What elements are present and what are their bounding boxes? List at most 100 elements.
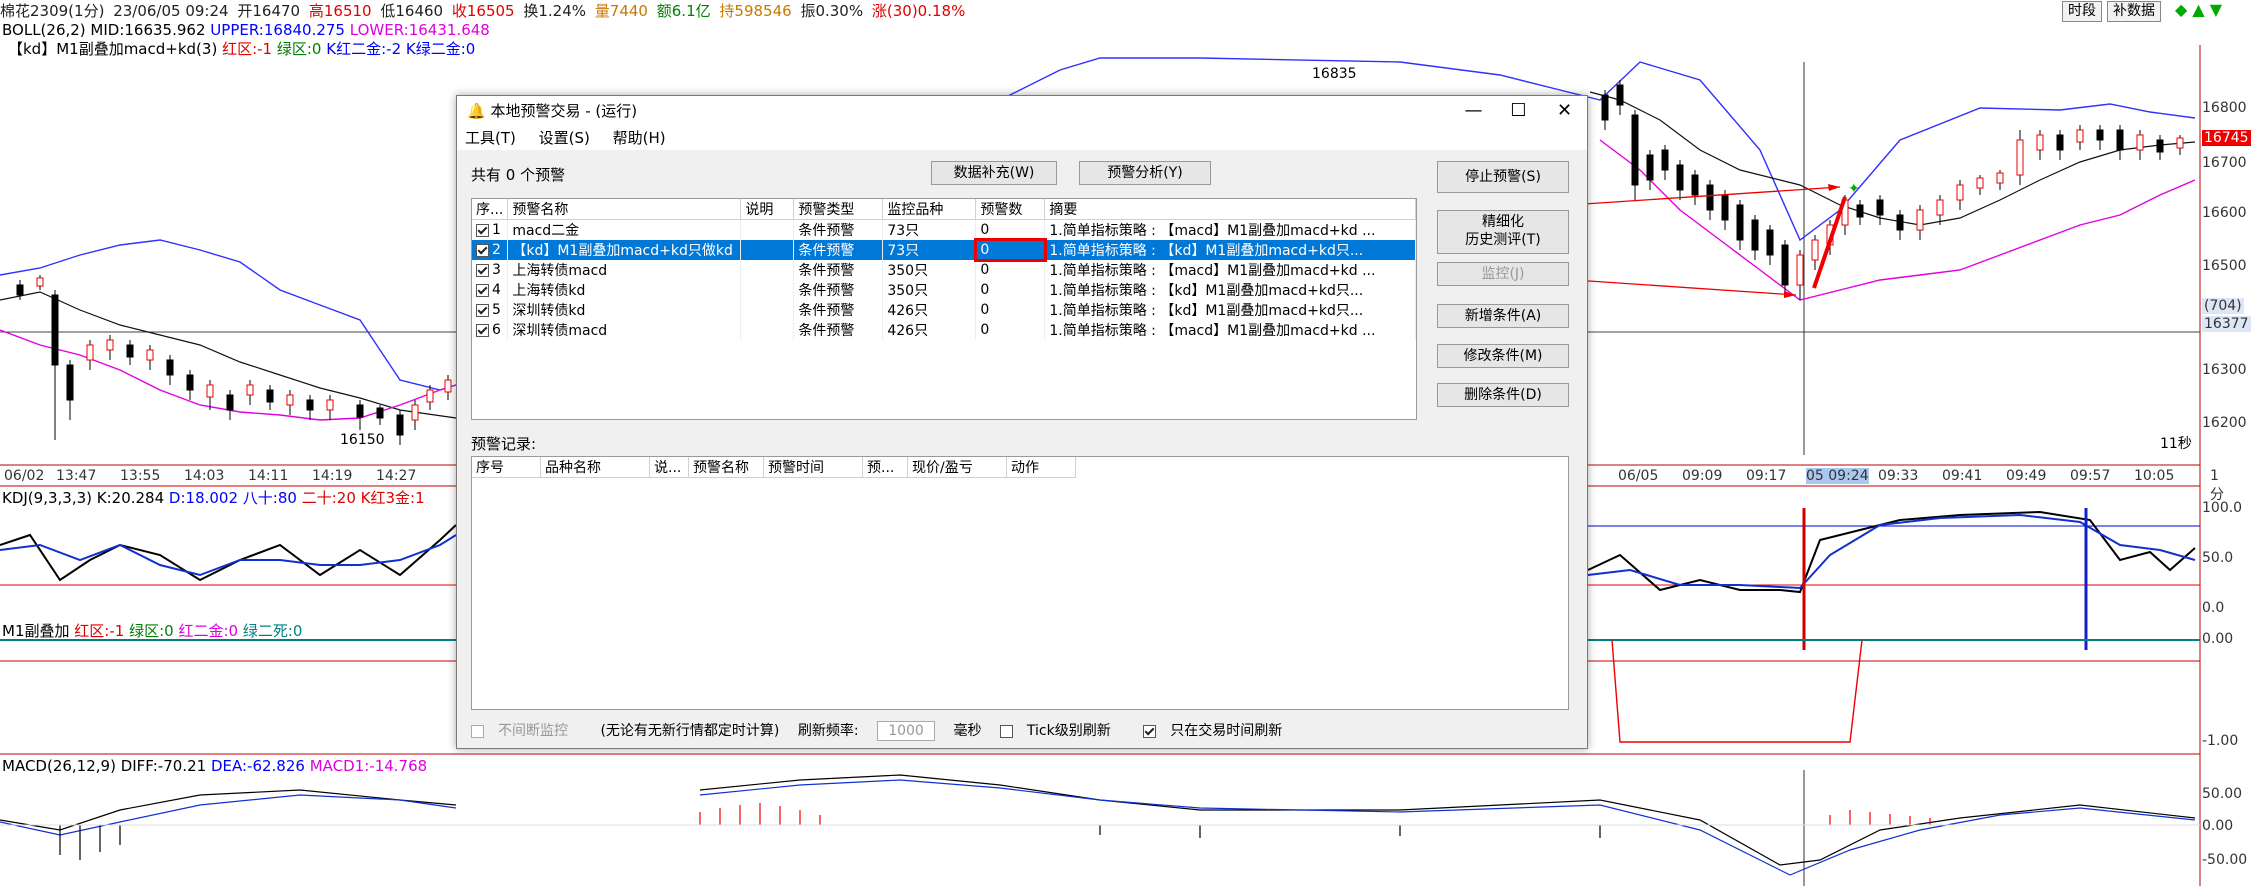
kdj-axis-tick: 100.0 — [2202, 500, 2243, 516]
row-checkbox[interactable] — [476, 263, 489, 277]
edit-condition-button[interactable]: 修改条件(M) — [1437, 344, 1569, 368]
menu-tools[interactable]: 工具(T) — [465, 129, 516, 147]
col-desc[interactable]: 说明 — [740, 199, 795, 220]
row-no: 1 — [492, 222, 501, 238]
macd-diff: MACD(26,12,9) DIFF:-70.21 — [2, 757, 207, 775]
log-col-alert[interactable]: 预警名称 — [688, 457, 764, 478]
log-col-pre[interactable]: 预... — [862, 457, 908, 478]
delete-condition-button[interactable]: 删除条件(D) — [1437, 383, 1569, 407]
log-col-price[interactable]: 现价/盈亏 — [907, 457, 1007, 478]
dialog-titlebar[interactable]: 🔔 本地预警交易 - (运行) — ☐ ✕ — [457, 96, 1587, 126]
log-col-desc[interactable]: 说... — [649, 457, 689, 478]
restore-data-button[interactable]: 补数据 — [2107, 1, 2161, 22]
log-col-no[interactable]: 序号 — [472, 457, 541, 478]
table-row[interactable]: 1 macd二金 条件预警 73只 0 1.简单指标策略 : 【macd】M1副… — [472, 219, 1416, 240]
price-tick: 16600 — [2202, 205, 2247, 221]
time-tick: 09:17 — [1746, 468, 1787, 484]
row-summary: 1.简单指标策略 : 【macd】M1副叠加macd+kd ... — [1044, 219, 1416, 240]
current-price-badge: 16745 — [2202, 130, 2251, 146]
row-target: 73只 — [882, 219, 977, 240]
freq-input[interactable]: 1000 — [877, 721, 936, 741]
row-type: 条件预警 — [793, 219, 884, 240]
col-type[interactable]: 预警类型 — [793, 199, 884, 220]
quote-amount: 额6.1亿 — [656, 2, 711, 20]
table-row[interactable]: 5 深圳转债kd 条件预警 426只 0 1.简单指标策略 : 【kd】M1副叠… — [472, 300, 1416, 320]
alert-analysis-button[interactable]: 预警分析(Y) — [1079, 161, 1211, 185]
bell-icon: 🔔 — [467, 102, 486, 120]
time-tick: 14:03 — [184, 468, 225, 484]
alerts-table[interactable]: 序... 预警名称 说明 预警类型 监控品种 预警数 摘要 1 macd二金 条… — [471, 198, 1417, 420]
row-desc — [740, 260, 795, 280]
table-row-selected[interactable]: 2 【kd】M1副叠加macd+kd只做kd 条件预警 73只 0 1.简单指标… — [472, 238, 1416, 262]
log-col-time[interactable]: 预警时间 — [763, 457, 863, 478]
row-count: 0 — [975, 260, 1046, 280]
row-summary: 1.简单指标策略 : 【macd】M1副叠加macd+kd ... — [1044, 320, 1416, 340]
col-target[interactable]: 监控品种 — [882, 199, 977, 220]
quote-amplitude: 振0.30% — [800, 2, 864, 20]
row-count: 0 — [975, 300, 1046, 320]
row-target: 350只 — [882, 280, 977, 300]
row-checkbox[interactable] — [476, 223, 489, 237]
table-row[interactable]: 4 上海转债kd 条件预警 350只 0 1.简单指标策略 : 【kd】M1副叠… — [472, 280, 1416, 300]
row-count: 0 — [975, 280, 1046, 300]
refine-backtest-button[interactable]: 精细化 历史测评(T) — [1437, 210, 1569, 254]
m1-title: M1副叠加 — [2, 622, 70, 640]
row-summary: 1.简单指标策略 : 【kd】M1副叠加macd+kd只... — [1044, 280, 1416, 300]
stop-alert-button[interactable]: 停止预警(S) — [1437, 161, 1569, 193]
log-col-name[interactable]: 品种名称 — [540, 457, 650, 478]
row-checkbox[interactable] — [476, 303, 489, 317]
interval-label: 11秒 — [2160, 436, 2192, 452]
kdj-er: 二十:20 — [301, 489, 356, 507]
m1-red: 红区:-1 — [74, 622, 125, 640]
cross-price-badge: 16377 — [2202, 316, 2251, 332]
minimize-button[interactable]: — — [1451, 96, 1496, 126]
add-condition-button[interactable]: 新增条件(A) — [1437, 304, 1569, 328]
kd-indicator: 【kd】M1副叠加macd+kd(3) 红区:-1 绿区:0 K红二金:-2 K… — [8, 39, 475, 59]
col-count[interactable]: 预警数 — [975, 199, 1046, 220]
quote-turnover: 换1.24% — [523, 2, 587, 20]
alert-dialog[interactable]: 🔔 本地预警交易 - (运行) — ☐ ✕ 工具(T) 设置(S) 帮助(H) … — [456, 95, 1588, 749]
boll-indicator: BOLL(26,2) MID:16635.962 UPPER:16840.275… — [2, 20, 490, 40]
close-button[interactable]: ✕ — [1542, 96, 1587, 126]
alert-log-table[interactable]: 序号 品种名称 说... 预警名称 预警时间 预... 现价/盈亏 动作 — [471, 456, 1569, 710]
count-badge: (704) — [2202, 298, 2244, 314]
row-target: 426只 — [882, 320, 977, 340]
tick-refresh-checkbox[interactable] — [999, 724, 1013, 738]
timeshare-button[interactable]: 时段 — [2062, 1, 2102, 22]
m1-k-green: 绿二死:0 — [242, 622, 303, 640]
tick-refresh-label: Tick级别刷新 — [1026, 723, 1111, 739]
period-label[interactable]: 1分 — [2210, 468, 2224, 504]
quote-high: 高16510 — [308, 2, 372, 20]
row-checkbox[interactable] — [476, 243, 489, 257]
table-row[interactable]: 3 上海转债macd 条件预警 350只 0 1.简单指标策略 : 【macd】… — [472, 260, 1416, 280]
time-tick: 06/02 — [4, 468, 45, 484]
menu-help[interactable]: 帮助(H) — [613, 129, 666, 147]
row-name: 深圳转债kd — [507, 300, 742, 320]
row-checkbox[interactable] — [476, 283, 489, 297]
m1-axis-tick: 0.00 — [2202, 631, 2234, 647]
monitor-button[interactable]: 监控(J) — [1437, 262, 1569, 286]
row-type: 条件预警 — [793, 320, 884, 340]
kdj-ba: 八十:80 — [242, 489, 297, 507]
row-checkbox[interactable] — [476, 323, 489, 337]
quote-openint: 持598546 — [719, 2, 792, 20]
time-tick: 06/05 — [1618, 468, 1659, 484]
row-desc — [740, 240, 795, 260]
arrow-icon[interactable]: ◆ ▲ ▼ — [2175, 0, 2222, 19]
maximize-button[interactable]: ☐ — [1496, 96, 1541, 126]
trade-time-checkbox[interactable] — [1143, 724, 1157, 738]
nonstop-checkbox[interactable] — [471, 724, 484, 738]
col-no[interactable]: 序... — [472, 199, 509, 220]
col-summary[interactable]: 摘要 — [1044, 199, 1416, 220]
kdj-axis-tick: 50.0 — [2202, 550, 2234, 566]
row-count-highlight: 0 — [973, 238, 1047, 262]
menu-settings[interactable]: 设置(S) — [539, 129, 590, 147]
log-col-action[interactable]: 动作 — [1006, 457, 1076, 478]
quote-close: 收16505 — [451, 2, 515, 20]
row-type: 条件预警 — [793, 240, 884, 260]
row-desc — [740, 300, 795, 320]
row-type: 条件预警 — [793, 260, 884, 280]
col-name[interactable]: 预警名称 — [507, 199, 742, 220]
data-fill-button[interactable]: 数据补充(W) — [931, 161, 1057, 185]
table-row[interactable]: 6 深圳转债macd 条件预警 426只 0 1.简单指标策略 : 【macd】… — [472, 320, 1416, 340]
